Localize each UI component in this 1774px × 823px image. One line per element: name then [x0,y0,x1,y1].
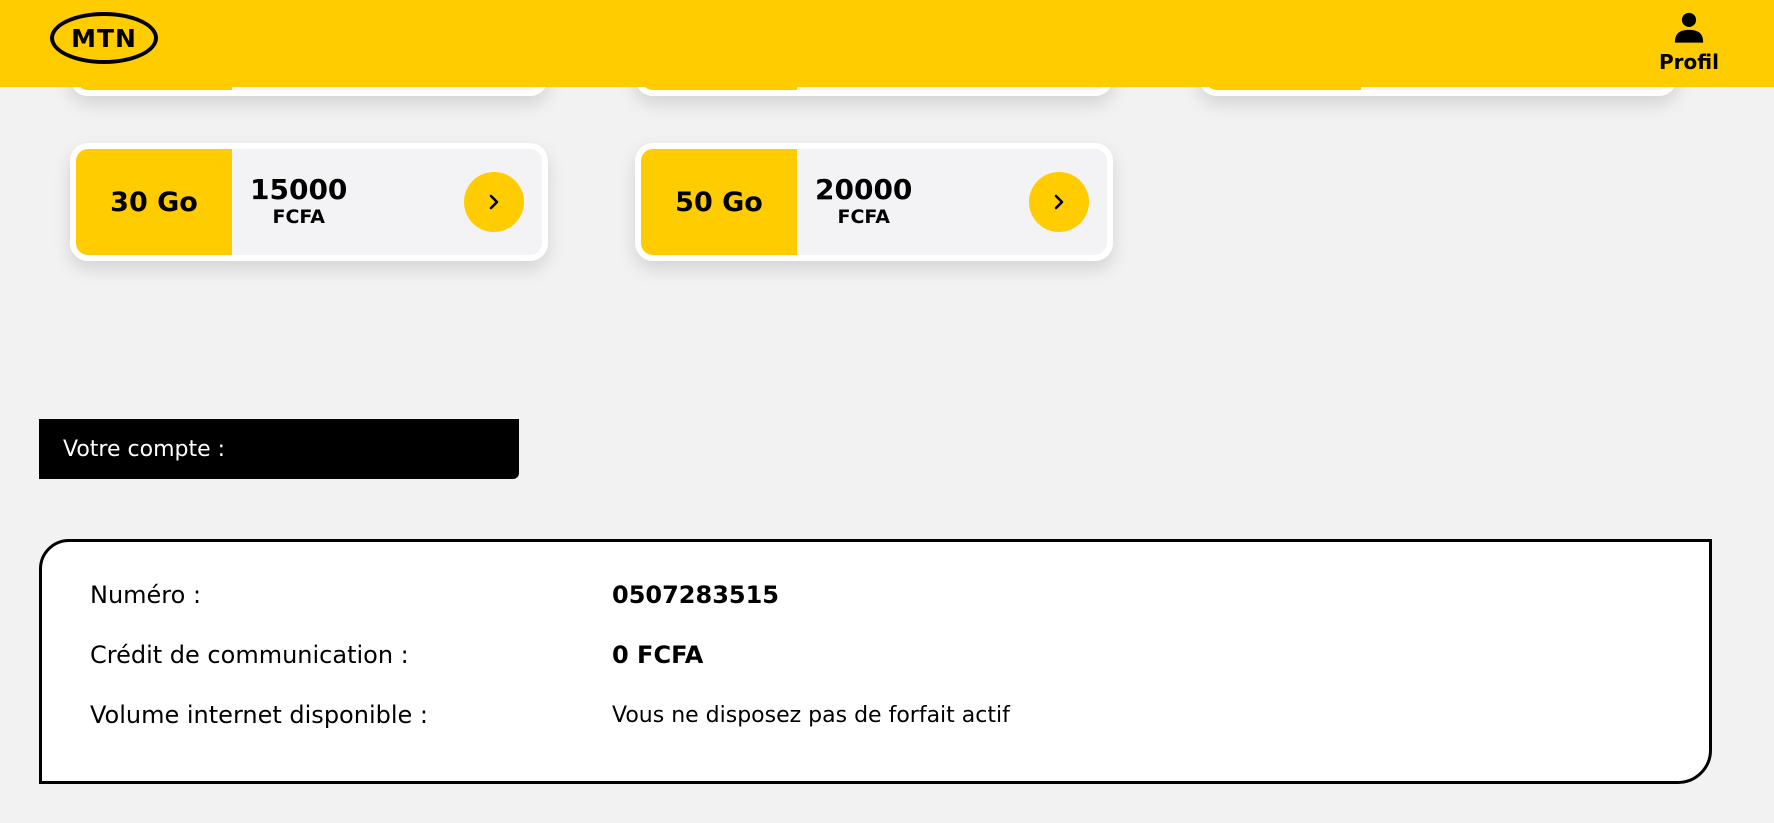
price-currency: FCFA [272,206,325,228]
profile-label: Profil [1659,50,1719,74]
offer-card[interactable]: 30 Go 15000 FCFA [70,143,548,261]
account-row-number: Numéro : 0507283515 [90,577,779,613]
offer-price: 20000 FCFA [815,149,912,255]
row-value: 0 FCFA [612,641,704,669]
mtn-logo[interactable]: MTN [50,12,158,64]
price-amount: 15000 [250,173,348,206]
profile-button[interactable]: Profil [1644,10,1734,76]
chevron-right-icon [1054,194,1064,210]
account-section-title: Votre compte : [39,419,519,479]
row-value: Vous ne disposez pas de forfait actif [612,702,1010,728]
row-label: Volume internet disponible : [90,701,428,729]
price-amount: 20000 [815,173,913,206]
row-label: Numéro : [90,581,202,609]
header-bar: MTN Profil [0,0,1774,87]
offer-price: 15000 FCFA [250,149,347,255]
account-info-panel: Numéro : 0507283515 Crédit de communicat… [39,539,1712,784]
offer-card[interactable]: 50 Go 20000 FCFA [635,143,1113,261]
offer-select-button[interactable] [1029,172,1089,232]
offer-volume: 50 Go [641,149,797,255]
offer-volume: 30 Go [76,149,232,255]
page: MTN Profil 30 Go 15000 FCFA 50 Go 20000 … [0,0,1774,823]
row-label: Crédit de communication : [90,641,409,669]
logo-text: MTN [71,23,137,53]
offer-select-button[interactable] [464,172,524,232]
account-row-credit: Crédit de communication : 0 FCFA [90,637,703,673]
chevron-right-icon [489,194,499,210]
row-value: 0507283515 [612,581,779,609]
account-row-internet: Volume internet disponible : Vous ne dis… [90,697,1010,733]
person-icon [1674,12,1704,43]
price-currency: FCFA [837,206,890,228]
